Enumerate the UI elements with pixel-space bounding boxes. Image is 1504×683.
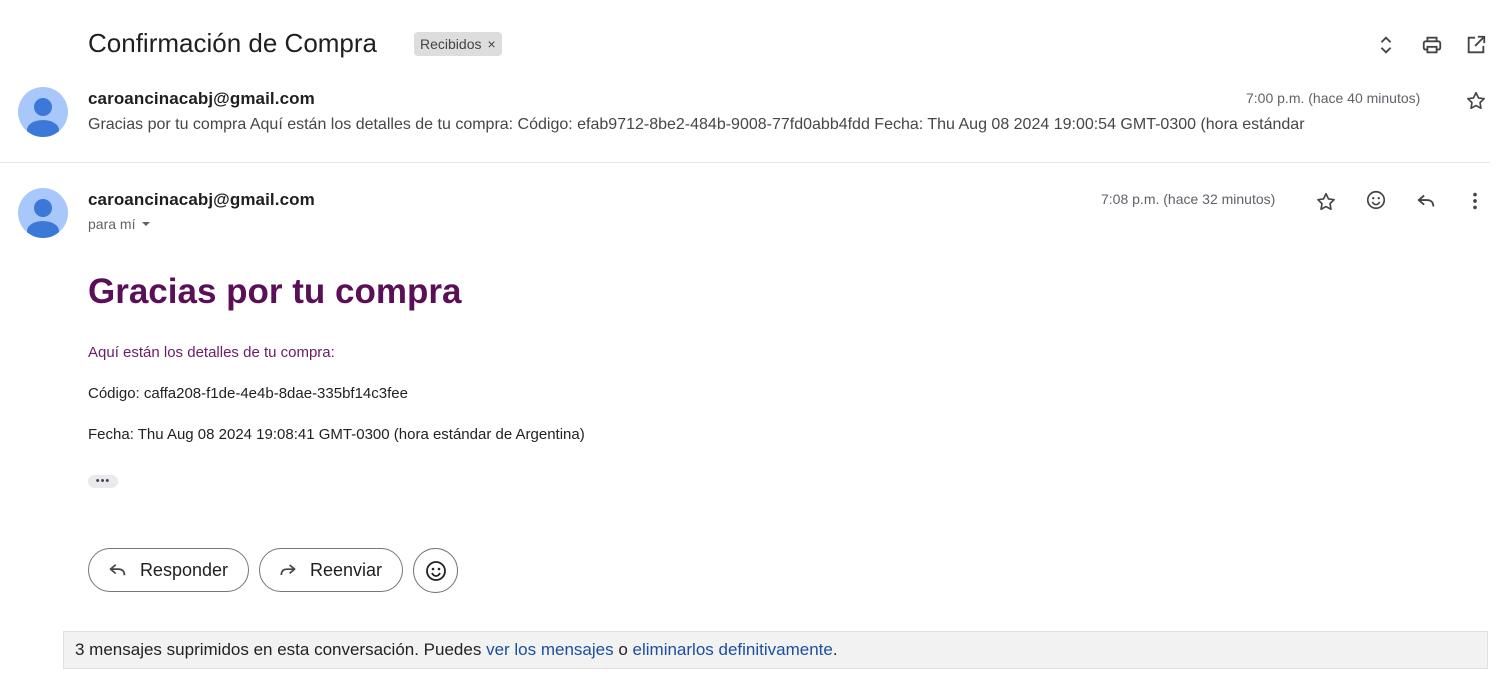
emoji-reaction-button[interactable] <box>413 548 458 593</box>
view-deleted-messages-link[interactable]: ver los mensajes <box>486 640 614 660</box>
thread-subject: Confirmación de Compra <box>88 28 378 58</box>
chevron-down-icon <box>142 222 151 226</box>
open-time: 7:08 p.m. (hace 32 minutos) <box>1101 191 1276 207</box>
email-body-title: Gracias por tu compra <box>88 272 462 311</box>
deleted-notice-suffix: . <box>832 640 838 659</box>
emoji-icon <box>425 560 446 581</box>
print-icon[interactable] <box>1420 33 1444 57</box>
more-vert-icon[interactable] <box>1462 188 1488 214</box>
forward-button[interactable]: Reenviar <box>259 548 403 592</box>
deleted-notice-prefix: 3 mensajes suprimidos en esta conversaci… <box>75 640 487 659</box>
label-chip-inbox[interactable]: Recibidos × <box>414 32 502 56</box>
delete-permanently-link[interactable]: eliminarlos definitivamente <box>633 640 833 660</box>
star-icon[interactable] <box>1463 88 1489 114</box>
email-body-intro: Aquí están los detalles de tu compra: <box>88 344 335 361</box>
purchase-date: Fecha: Thu Aug 08 2024 19:08:41 GMT-0300… <box>88 426 585 443</box>
forward-icon <box>280 564 296 576</box>
open-new-window-icon[interactable] <box>1464 33 1488 57</box>
emoji-icon[interactable] <box>1363 187 1389 213</box>
sender-avatar <box>18 188 68 238</box>
reply-button[interactable]: Responder <box>88 548 249 592</box>
message-divider <box>0 162 1490 163</box>
star-icon[interactable] <box>1313 189 1339 215</box>
recipient-label: para mí <box>88 216 136 232</box>
label-chip-text: Recibidos <box>420 36 482 52</box>
collapsed-sender[interactable]: caroancinacabj@gmail.com <box>88 89 315 109</box>
reply-icon[interactable] <box>1413 188 1439 214</box>
purchase-code: Código: caffa208-f1de-4e4b-8dae-335bf14c… <box>88 385 408 402</box>
collapsed-snippet[interactable]: Gracias por tu compra Aquí están los det… <box>88 116 1305 134</box>
recipient-details[interactable]: para mí <box>88 216 151 232</box>
remove-label-icon[interactable]: × <box>487 36 495 52</box>
deleted-notice-middle: o <box>613 640 633 659</box>
deleted-messages-notice: 3 mensajes suprimidos en esta conversaci… <box>63 631 1488 669</box>
forward-button-label: Reenviar <box>309 559 382 580</box>
expand-collapse-icon[interactable] <box>1374 33 1398 57</box>
collapsed-time: 7:00 p.m. (hace 40 minutos) <box>1246 90 1421 106</box>
open-sender[interactable]: caroancinacabj@gmail.com <box>88 190 315 210</box>
show-trimmed-content-button[interactable]: ••• <box>88 475 118 488</box>
reply-icon <box>109 564 126 576</box>
sender-avatar <box>18 87 68 137</box>
reply-button-label: Responder <box>139 559 228 580</box>
